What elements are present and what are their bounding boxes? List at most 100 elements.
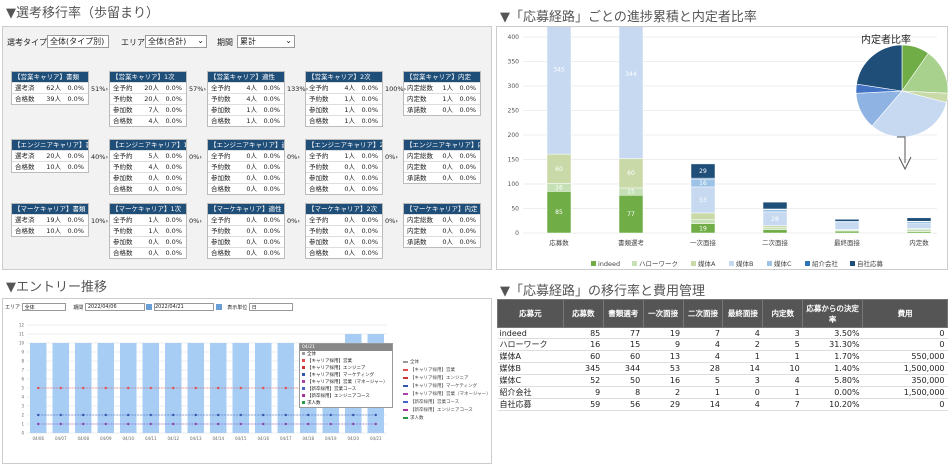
y-tick-label: 200 xyxy=(508,132,520,139)
cost-table-cell: 1,500,000 xyxy=(862,386,948,399)
funnel-row-percent: 0.0% xyxy=(361,106,378,114)
tooltip-row-label: 【キャリア採用】営業 xyxy=(307,359,352,364)
funnel-row-percent: 0.0% xyxy=(263,238,280,246)
funnel-row-percent: 0.0% xyxy=(67,216,84,224)
cost-table-cell: 85 xyxy=(563,327,604,339)
entry-date-from[interactable]: 2022/04/06 xyxy=(84,303,145,311)
entry-line-point xyxy=(194,413,197,417)
legend-label: 紹介会社 xyxy=(812,259,839,268)
funnel-card-title: 【エンジニアキャリア】2次 xyxy=(306,140,382,150)
funnel-row-percent: 0.0% xyxy=(263,106,280,114)
funnel-row-label: 全予約 xyxy=(113,152,133,160)
funnel-card-title: 【エンジニアキャリア】書類 xyxy=(12,140,88,150)
funnel-card-row: 合格数 39人 0.0% xyxy=(12,93,88,104)
stack-bar-segment xyxy=(762,225,788,228)
legend-swatch xyxy=(632,261,637,266)
cost-table-cell: 28 xyxy=(683,362,723,375)
funnel-card-row: 参加数 0人 0.0% xyxy=(208,172,284,183)
funnel-row-value: 0人 xyxy=(442,163,453,171)
cost-table-cell: 344 xyxy=(603,362,644,375)
cost-table-cell: indeed xyxy=(497,327,564,339)
funnel-card-row: 合格数 10人 0.0% xyxy=(12,225,88,236)
funnel-row-percent: 0.0% xyxy=(361,117,378,125)
segment-value-label: 16 xyxy=(699,180,707,187)
calendar-icon[interactable] xyxy=(215,304,222,310)
funnel-row-percent: 0.0% xyxy=(263,163,280,171)
funnel-card-row: 予約数 0人 0.0% xyxy=(208,225,284,236)
cost-table-cell: 1,500,000 xyxy=(862,362,948,375)
legend-label: 自社応募 xyxy=(857,259,884,268)
funnel-row-percent: 0.0% xyxy=(263,185,280,193)
chevron-down-icon: ⌄ xyxy=(285,36,292,45)
cost-table-cell: 5.80% xyxy=(802,374,863,387)
cost-table-cell: 0 xyxy=(722,386,763,399)
segment-value-label: 19 xyxy=(699,225,707,232)
cost-table-cell: 自社応募 xyxy=(497,398,564,411)
tooltip-swatch xyxy=(302,380,305,383)
cost-table-cell: 53 xyxy=(643,362,684,375)
stack-bar-segment xyxy=(906,228,932,232)
calendar-icon[interactable] xyxy=(146,304,153,310)
funnel-row-value: 0人 xyxy=(246,216,257,224)
entry-legend-item: 【キャリア採用】マーケティング xyxy=(403,383,491,391)
funnel-rate: 0%› xyxy=(189,217,202,225)
entry-area-label: エリア xyxy=(5,304,21,311)
entry-line-point xyxy=(37,413,40,417)
entry-date-to[interactable]: 2022/04/21 xyxy=(154,303,214,311)
cost-table-cell: 350,000 xyxy=(862,374,948,387)
cost-table-cell: 5 xyxy=(683,374,723,387)
funnel-row-value: 4人 xyxy=(246,84,257,92)
entry-line-point xyxy=(37,386,40,390)
entry-unit-dropdown[interactable]: 日 xyxy=(248,303,293,311)
funnel-row-value: 0人 xyxy=(344,163,355,171)
tooltip-row-label: 求人数 xyxy=(307,401,321,406)
entry-area-dropdown[interactable]: 全体 xyxy=(21,303,66,311)
period-filter-dropdown[interactable]: 累計 ⌄ xyxy=(237,35,295,48)
funnel-row-percent: 0.0% xyxy=(459,216,476,224)
funnel-row-value: 1人 xyxy=(344,95,355,103)
entry-line-point xyxy=(352,413,355,417)
cost-table-cell: 7 xyxy=(683,327,723,339)
segment-value-label: 16 xyxy=(555,184,563,191)
funnel-row-value: 4人 xyxy=(148,117,159,125)
funnel-row-value: 0人 xyxy=(344,174,355,182)
funnel-card: 【営業キャリア】適性 全予約 4人 0.0% 予約数 4人 0.0% 参加数 1人 0.0% 合格数… xyxy=(207,71,285,127)
funnel-row-value: 0人 xyxy=(148,238,159,246)
funnel-rate: 40%› xyxy=(91,153,108,161)
area-filter-dropdown[interactable]: 全体(合計) ⌄ xyxy=(145,35,207,48)
entry-line-point xyxy=(127,386,130,390)
legend-swatch xyxy=(767,261,772,266)
cost-table-cell: 8 xyxy=(603,386,644,399)
tooltip-row: 【キャリア採用】マーケティング xyxy=(300,372,392,379)
cost-table-cell: 0 xyxy=(862,338,948,351)
funnel-row-value: 0人 xyxy=(442,238,453,246)
type-filter-dropdown[interactable]: 全体(タイプ別)⌄ xyxy=(47,35,109,48)
funnel-card-row: 選考済 20人 0.0% xyxy=(12,150,88,161)
stack-chart-panel: 0501001502002503003504008516603455259応募数… xyxy=(496,26,949,270)
y-tick-label: 9 xyxy=(21,350,24,355)
funnel-row-percent: 0.0% xyxy=(361,95,378,103)
funnel-row-value: 0人 xyxy=(442,152,453,160)
chevron-down-icon: ⌄ xyxy=(197,36,204,45)
x-tick-label: 書類選考 xyxy=(618,238,645,247)
cost-table-cell: 4 xyxy=(683,350,723,363)
cost-table-cell: 16 xyxy=(643,374,684,387)
cost-table-cell: 紹介会社 xyxy=(497,386,564,399)
entry-legend-label: 【キャリア採用】マーケティング xyxy=(410,384,478,389)
entry-line-point xyxy=(239,413,242,417)
cost-table-cell: 60 xyxy=(603,350,644,363)
funnel-row-label: 合格数 xyxy=(113,249,133,257)
funnel-row-percent: 0.0% xyxy=(165,163,182,171)
funnel-row-label: 選考済 xyxy=(15,216,35,224)
y-tick-label: 300 xyxy=(508,83,520,90)
cost-table-cell: 媒体A xyxy=(497,350,564,363)
funnel-row-label: 内定総数 xyxy=(407,84,433,92)
entry-line-point xyxy=(307,413,310,417)
entry-legend-swatch xyxy=(403,400,408,403)
funnel-row-value: 10人 xyxy=(46,163,61,171)
funnel-row-label: 全予約 xyxy=(211,152,231,160)
legend-swatch xyxy=(729,261,734,266)
funnel-row-label: 合格数 xyxy=(15,95,35,103)
funnel-row-label: 合格数 xyxy=(15,227,35,235)
funnel-row-value: 0人 xyxy=(148,185,159,193)
